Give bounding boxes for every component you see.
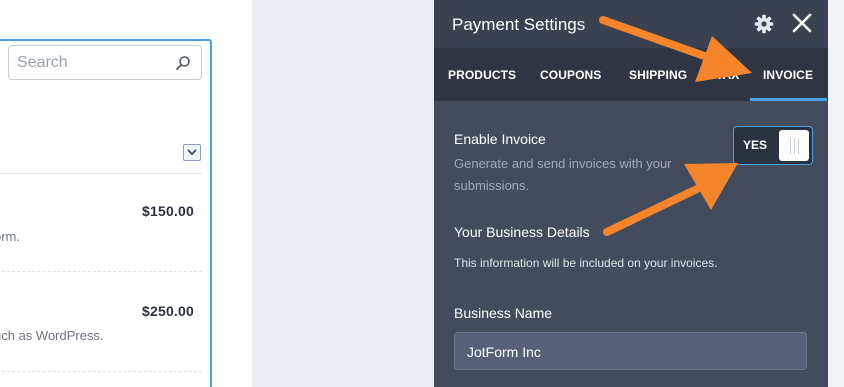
toggle-knob[interactable] bbox=[779, 130, 809, 161]
divider bbox=[0, 371, 202, 372]
payment-settings-panel: Payment Settings PRODUCTS COUPONS SHIPPI… bbox=[434, 0, 828, 387]
business-name-field[interactable] bbox=[454, 332, 807, 370]
tab-coupons[interactable]: COUPONS bbox=[540, 48, 601, 101]
tab-shipping[interactable]: SHIPPING bbox=[629, 48, 687, 101]
divider bbox=[0, 271, 202, 272]
tab-invoice[interactable]: INVOICE bbox=[749, 48, 828, 101]
tab-products[interactable]: PRODUCTS bbox=[448, 48, 516, 101]
panel-title: Payment Settings bbox=[452, 15, 586, 34]
search-field[interactable] bbox=[8, 45, 202, 80]
close-icon[interactable] bbox=[790, 11, 814, 35]
business-details-heading: Your Business Details bbox=[454, 224, 590, 240]
sort-dropdown-toggle[interactable] bbox=[183, 144, 201, 161]
enable-invoice-description: submissions. bbox=[454, 178, 530, 193]
settings-tabs: PRODUCTS COUPONS SHIPPING TAX INVOICE bbox=[434, 48, 828, 101]
product-price: $150.00 bbox=[141, 203, 194, 219]
search-icon[interactable] bbox=[175, 55, 191, 71]
gear-icon[interactable] bbox=[754, 14, 774, 34]
product-description: uch as WordPress. bbox=[0, 328, 104, 343]
search-input[interactable] bbox=[17, 52, 167, 74]
tab-tax[interactable]: TAX bbox=[716, 48, 739, 101]
business-details-note: This information will be included on you… bbox=[454, 256, 718, 270]
toggle-state-label: YES bbox=[743, 138, 768, 152]
panel-header: Payment Settings bbox=[434, 0, 828, 48]
form-canvas: $150.00 orm. $250.00 uch as WordPress. bbox=[0, 0, 252, 387]
product-description: orm. bbox=[0, 229, 20, 244]
product-list-widget[interactable]: $150.00 orm. $250.00 uch as WordPress. bbox=[0, 39, 212, 387]
enable-invoice-toggle[interactable]: YES bbox=[733, 126, 813, 165]
scrollbar-track[interactable] bbox=[828, 0, 844, 387]
chevron-down-icon bbox=[187, 149, 197, 156]
divider bbox=[0, 173, 202, 174]
business-name-label: Business Name bbox=[454, 305, 553, 321]
product-price: $250.00 bbox=[141, 303, 194, 319]
enable-invoice-label: Enable Invoice bbox=[454, 131, 546, 147]
business-name-input[interactable] bbox=[467, 342, 787, 362]
enable-invoice-description: Generate and send invoices with your bbox=[454, 156, 672, 171]
